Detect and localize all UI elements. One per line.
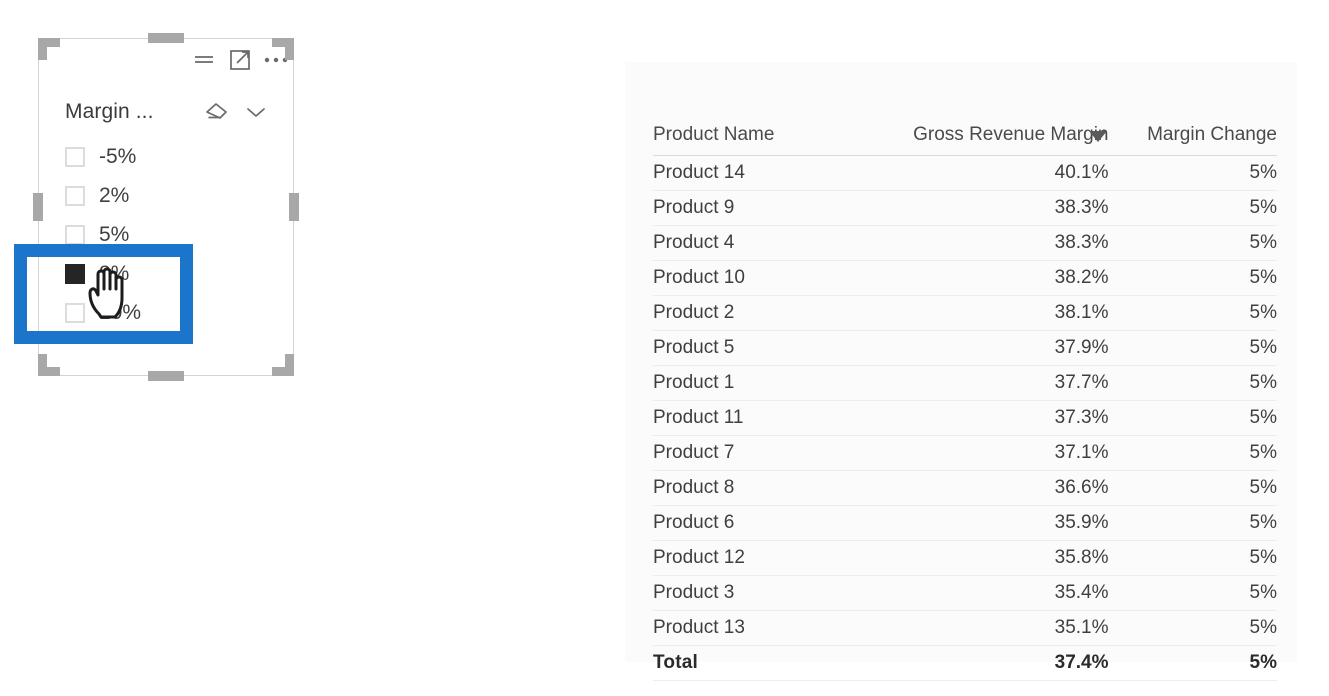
table-row[interactable]: Product 14 40.1% 5%	[653, 155, 1277, 191]
table-row[interactable]: Product 7 37.1% 5%	[653, 435, 1277, 471]
resize-handle-bottom[interactable]	[148, 371, 184, 381]
pointing-hand-cursor	[85, 262, 131, 320]
sort-descending-icon	[1088, 131, 1107, 142]
table-row[interactable]: Product 2 38.1% 5%	[653, 295, 1277, 331]
cell-mc: 5%	[1108, 190, 1277, 226]
cell-mc: 5%	[1108, 365, 1277, 401]
total-cell-mc: 5%	[1108, 645, 1277, 681]
table-row[interactable]: Product 10 38.2% 5%	[653, 260, 1277, 296]
cell-grm: 35.1%	[902, 610, 1109, 646]
table-row[interactable]: Product 9 38.3% 5%	[653, 190, 1277, 226]
cell-grm: 37.7%	[902, 365, 1109, 401]
cell-grm: 37.3%	[902, 400, 1109, 436]
cell-name: Product 8	[653, 470, 903, 506]
cell-name: Product 3	[653, 575, 903, 611]
cell-name: Product 12	[653, 540, 903, 576]
cell-grm: 37.9%	[902, 330, 1109, 366]
cell-mc: 5%	[1108, 295, 1277, 331]
cell-mc: 5%	[1108, 435, 1277, 471]
table-row[interactable]: Product 12 35.8% 5%	[653, 540, 1277, 576]
column-header-gross-revenue-margin-label: Gross Revenue Margin	[913, 124, 1109, 145]
filter-icon[interactable]	[191, 47, 217, 73]
checkbox-unchecked-icon[interactable]	[65, 146, 85, 167]
cell-mc: 5%	[1108, 330, 1277, 366]
checkbox-unchecked-icon[interactable]	[65, 224, 85, 245]
table-row[interactable]: Product 13 35.1% 5%	[653, 610, 1277, 646]
column-header-margin-change[interactable]: Margin Change	[1108, 124, 1277, 156]
visual-header-toolbar	[191, 43, 289, 77]
table-header-row: Product Name Gross Revenue Margin Margin…	[653, 124, 1277, 156]
resize-handle-right[interactable]	[289, 193, 299, 221]
cell-name: Product 9	[653, 190, 903, 226]
table-row[interactable]: Product 6 35.9% 5%	[653, 505, 1277, 541]
cell-name: Product 5	[653, 330, 903, 366]
cell-grm: 38.2%	[902, 260, 1109, 296]
cell-mc: 5%	[1108, 225, 1277, 261]
resize-handle-left[interactable]	[33, 193, 43, 221]
table-container: Product Name Gross Revenue Margin Margin…	[653, 124, 1277, 681]
cell-grm: 35.9%	[902, 505, 1109, 541]
cell-mc: 5%	[1108, 155, 1277, 191]
cell-grm: 38.1%	[902, 295, 1109, 331]
cell-grm: 37.1%	[902, 435, 1109, 471]
cell-mc: 5%	[1108, 540, 1277, 576]
cell-name: Product 6	[653, 505, 903, 541]
table-total-row: Total 37.4% 5%	[653, 645, 1277, 681]
cell-name: Product 10	[653, 260, 903, 296]
cell-grm: 35.4%	[902, 575, 1109, 611]
slicer-header-actions	[203, 101, 269, 123]
cell-mc: 5%	[1108, 575, 1277, 611]
total-cell-name: Total	[653, 645, 903, 681]
table-body: Product 14 40.1% 5% Product 9 38.3% 5% Product…	[653, 155, 1277, 681]
cell-mc: 5%	[1108, 505, 1277, 541]
column-header-gross-revenue-margin[interactable]: Gross Revenue Margin	[902, 124, 1109, 156]
data-table: Product Name Gross Revenue Margin Margin…	[653, 124, 1277, 681]
cell-grm: 38.3%	[902, 190, 1109, 226]
slicer-item[interactable]: -5%	[65, 137, 275, 176]
table-row[interactable]: Product 11 37.3% 5%	[653, 400, 1277, 436]
focus-mode-icon[interactable]	[227, 47, 253, 73]
cell-name: Product 13	[653, 610, 903, 646]
cell-name: Product 11	[653, 400, 903, 436]
product-margin-table-visual[interactable]: Product Name Gross Revenue Margin Margin…	[625, 62, 1297, 681]
column-header-product-name[interactable]: Product Name	[653, 124, 903, 156]
cell-grm: 38.3%	[902, 225, 1109, 261]
resize-handle-top[interactable]	[148, 33, 184, 43]
cell-mc: 5%	[1108, 400, 1277, 436]
slicer-item-label: 5%	[99, 222, 130, 246]
checkbox-unchecked-icon[interactable]	[65, 185, 85, 206]
cell-name: Product 4	[653, 225, 903, 261]
total-cell-grm: 37.4%	[902, 645, 1109, 681]
slicer-header: Margin ...	[65, 95, 269, 129]
table-row[interactable]: Product 5 37.9% 5%	[653, 330, 1277, 366]
table-row[interactable]: Product 1 37.7% 5%	[653, 365, 1277, 401]
slicer-item[interactable]: 2%	[65, 176, 275, 215]
table-row[interactable]: Product 3 35.4% 5%	[653, 575, 1277, 611]
cell-grm: 40.1%	[902, 155, 1109, 191]
cell-name: Product 2	[653, 295, 903, 331]
cell-name: Product 14	[653, 155, 903, 191]
slicer-field-label: Margin ...	[65, 100, 154, 123]
table-row[interactable]: Product 8 36.6% 5%	[653, 470, 1277, 506]
cell-mc: 5%	[1108, 260, 1277, 296]
cell-mc: 5%	[1108, 610, 1277, 646]
cell-grm: 36.6%	[902, 470, 1109, 506]
table-header: Product Name Gross Revenue Margin Margin…	[653, 124, 1277, 156]
cell-grm: 35.8%	[902, 540, 1109, 576]
table-row[interactable]: Product 4 38.3% 5%	[653, 225, 1277, 261]
cell-name: Product 7	[653, 435, 903, 471]
slicer-item-label: -5%	[99, 144, 137, 168]
cell-name: Product 1	[653, 365, 903, 401]
cell-mc: 5%	[1108, 470, 1277, 506]
chevron-down-icon[interactable]	[245, 105, 267, 119]
clear-selections-icon[interactable]	[203, 101, 229, 123]
slicer-item-label: 2%	[99, 183, 130, 207]
